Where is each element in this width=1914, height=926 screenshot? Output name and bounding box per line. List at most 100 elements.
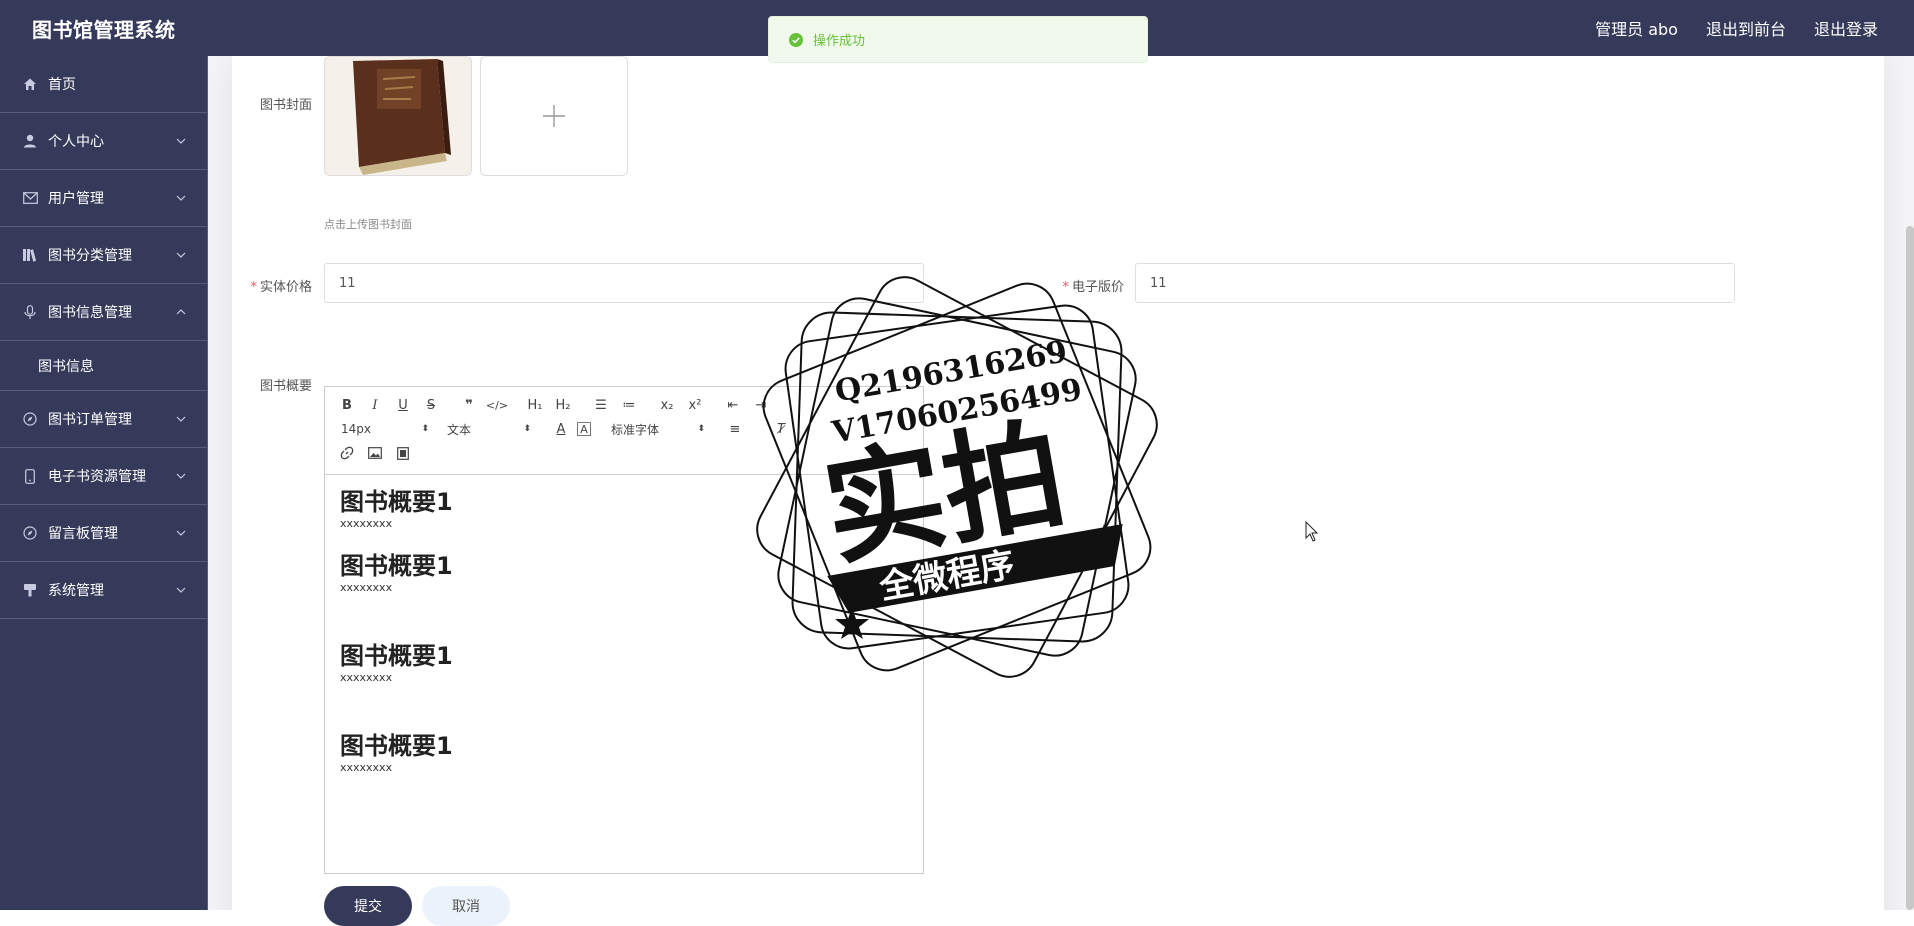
sidebar-item-label: 个人中心 <box>48 134 104 150</box>
image-icon[interactable] <box>363 443 387 463</box>
sidebar-item-label: 图书订单管理 <box>48 412 132 428</box>
cover-image[interactable] <box>324 56 472 176</box>
home-icon <box>22 76 38 92</box>
align-icon[interactable]: ≡ <box>723 419 747 439</box>
strike-button[interactable]: S <box>419 395 443 415</box>
sidebar-subitem-book-info[interactable]: 图书信息 <box>0 341 207 391</box>
content-text: xxxxxxxx <box>340 517 393 530</box>
select-arrows-icon: ⬍ <box>523 424 531 434</box>
background-color-icon[interactable]: A <box>577 422 591 436</box>
cancel-button[interactable]: 取消 <box>422 886 510 926</box>
select-arrows-icon: ⬍ <box>421 424 429 434</box>
h2-button[interactable]: H₂ <box>551 395 575 415</box>
code-button[interactable]: </> <box>485 395 509 415</box>
content-text: xxxxxxxx <box>340 671 393 684</box>
content-block: 图书概要1 xxxxxxxx <box>340 487 908 531</box>
user-label[interactable]: 管理员 abo <box>1595 16 1678 40</box>
sidebar-item-message-board[interactable]: 留言板管理 <box>0 505 207 562</box>
book-cover-image <box>325 57 471 175</box>
eprice-input[interactable]: 11 <box>1135 263 1735 303</box>
top-right-menu: 管理员 abo 退出到前台 退出登录 <box>1595 16 1878 40</box>
cover-label: 图书封面 <box>259 98 312 113</box>
font-color-icon[interactable]: A <box>549 419 573 439</box>
price-input[interactable]: 11 <box>324 263 924 303</box>
toast-message: 操作成功 <box>813 34 866 49</box>
eprice-label: * 电子版价 <box>1062 280 1124 295</box>
content-text: xxxxxxxx <box>340 581 393 594</box>
font-size-select[interactable]: 14px ⬍ <box>341 422 429 436</box>
sidebar-item-system[interactable]: 系统管理 <box>0 562 207 619</box>
front-link[interactable]: 退出到前台 <box>1706 16 1786 40</box>
check-circle-icon <box>789 32 803 47</box>
link-icon[interactable] <box>335 443 359 463</box>
quote-button[interactable]: ❞ <box>457 395 481 415</box>
superscript-button[interactable]: x² <box>683 395 707 415</box>
sidebar-item-label: 留言板管理 <box>48 526 118 542</box>
chevron-down-icon <box>176 530 186 536</box>
brush-icon <box>22 582 38 598</box>
summary-label: 图书概要 <box>259 379 312 394</box>
italic-button[interactable]: I <box>363 395 387 415</box>
sidebar-item-label: 电子书资源管理 <box>48 469 146 485</box>
video-icon[interactable] <box>391 443 415 463</box>
outdent-button[interactable]: ⇤ <box>721 395 745 415</box>
sidebar-item-label: 首页 <box>48 77 76 93</box>
rich-text-editor[interactable]: B I U S ❞ </> H₁ H₂ ☰ ≔ x₂ x² ⇤ ⇥ 14px ⬍ … <box>324 386 924 874</box>
upload-cover-button[interactable] <box>480 56 628 176</box>
sidebar-item-label: 图书分类管理 <box>48 248 132 264</box>
sidebar-item-book-info[interactable]: 图书信息管理 <box>0 284 207 341</box>
compass-icon <box>22 525 38 541</box>
content-heading: 图书概要1 <box>340 552 453 580</box>
sidebar-item-label: 图书信息管理 <box>48 305 132 321</box>
content-heading: 图书概要1 <box>340 732 453 760</box>
plus-icon <box>543 105 565 127</box>
sidebar-item-users[interactable]: 用户管理 <box>0 170 207 227</box>
chevron-down-icon <box>176 473 186 479</box>
content-block: 图书概要1 xxxxxxxx <box>340 551 908 595</box>
chevron-down-icon <box>176 138 186 144</box>
submit-button[interactable]: 提交 <box>324 886 412 926</box>
cover-hint: 点击上传图书封面 <box>324 218 412 231</box>
content-block: 图书概要1 xxxxxxxx <box>340 641 908 685</box>
indent-button[interactable]: ⇥ <box>749 395 773 415</box>
books-icon <box>22 247 38 263</box>
select-arrows-icon: ⬍ <box>697 424 705 434</box>
subscript-button[interactable]: x₂ <box>655 395 679 415</box>
sidebar-item-profile[interactable]: 个人中心 <box>0 113 207 170</box>
block-type-select[interactable]: 文本 ⬍ <box>447 421 531 438</box>
editor-content[interactable]: 图书概要1 xxxxxxxx 图书概要1 xxxxxxxx 图书概要1 xxxx… <box>325 475 923 787</box>
user-icon <box>22 133 38 149</box>
bullet-list-button[interactable]: ≔ <box>617 395 641 415</box>
scrollbar[interactable] <box>1906 226 1914 910</box>
price-label: * 实体价格 <box>250 280 312 295</box>
sidebar-item-ebook[interactable]: 电子书资源管理 <box>0 448 207 505</box>
sidebar-item-book-orders[interactable]: 图书订单管理 <box>0 391 207 448</box>
content-text: xxxxxxxx <box>340 761 393 774</box>
chevron-down-icon <box>176 416 186 422</box>
h1-button[interactable]: H₁ <box>523 395 547 415</box>
mouse-cursor-icon <box>1305 521 1319 542</box>
content-heading: 图书概要1 <box>340 642 453 670</box>
chevron-down-icon <box>176 252 186 258</box>
editor-toolbar: B I U S ❞ </> H₁ H₂ ☰ ≔ x₂ x² ⇤ ⇥ 14px ⬍ … <box>325 387 923 475</box>
content-block: 图书概要1 xxxxxxxx <box>340 731 908 775</box>
app-title: 图书馆管理系统 <box>32 17 176 42</box>
bold-button[interactable]: B <box>335 395 359 415</box>
logout-link[interactable]: 退出登录 <box>1814 16 1878 40</box>
font-family-select[interactable]: 标准字体 ⬍ <box>611 421 705 438</box>
underline-button[interactable]: U <box>391 395 415 415</box>
phone-icon <box>22 468 38 484</box>
success-toast: 操作成功 <box>768 16 1148 63</box>
sidebar-item-home[interactable]: 首页 <box>0 56 207 113</box>
compass-icon <box>22 411 38 427</box>
ordered-list-button[interactable]: ☰ <box>589 395 613 415</box>
content-heading: 图书概要1 <box>340 488 453 516</box>
mail-icon <box>22 190 38 206</box>
chevron-down-icon <box>176 195 186 201</box>
chevron-up-icon <box>176 309 186 315</box>
chevron-down-icon <box>176 587 186 593</box>
microphone-icon <box>22 304 38 320</box>
sidebar-item-book-category[interactable]: 图书分类管理 <box>0 227 207 284</box>
sidebar: 首页 个人中心 用户管理 图书分类管理 图书信息管理 图书信息 图书订单管理 电… <box>0 56 208 910</box>
clear-format-icon[interactable]: T̷ <box>769 419 793 439</box>
